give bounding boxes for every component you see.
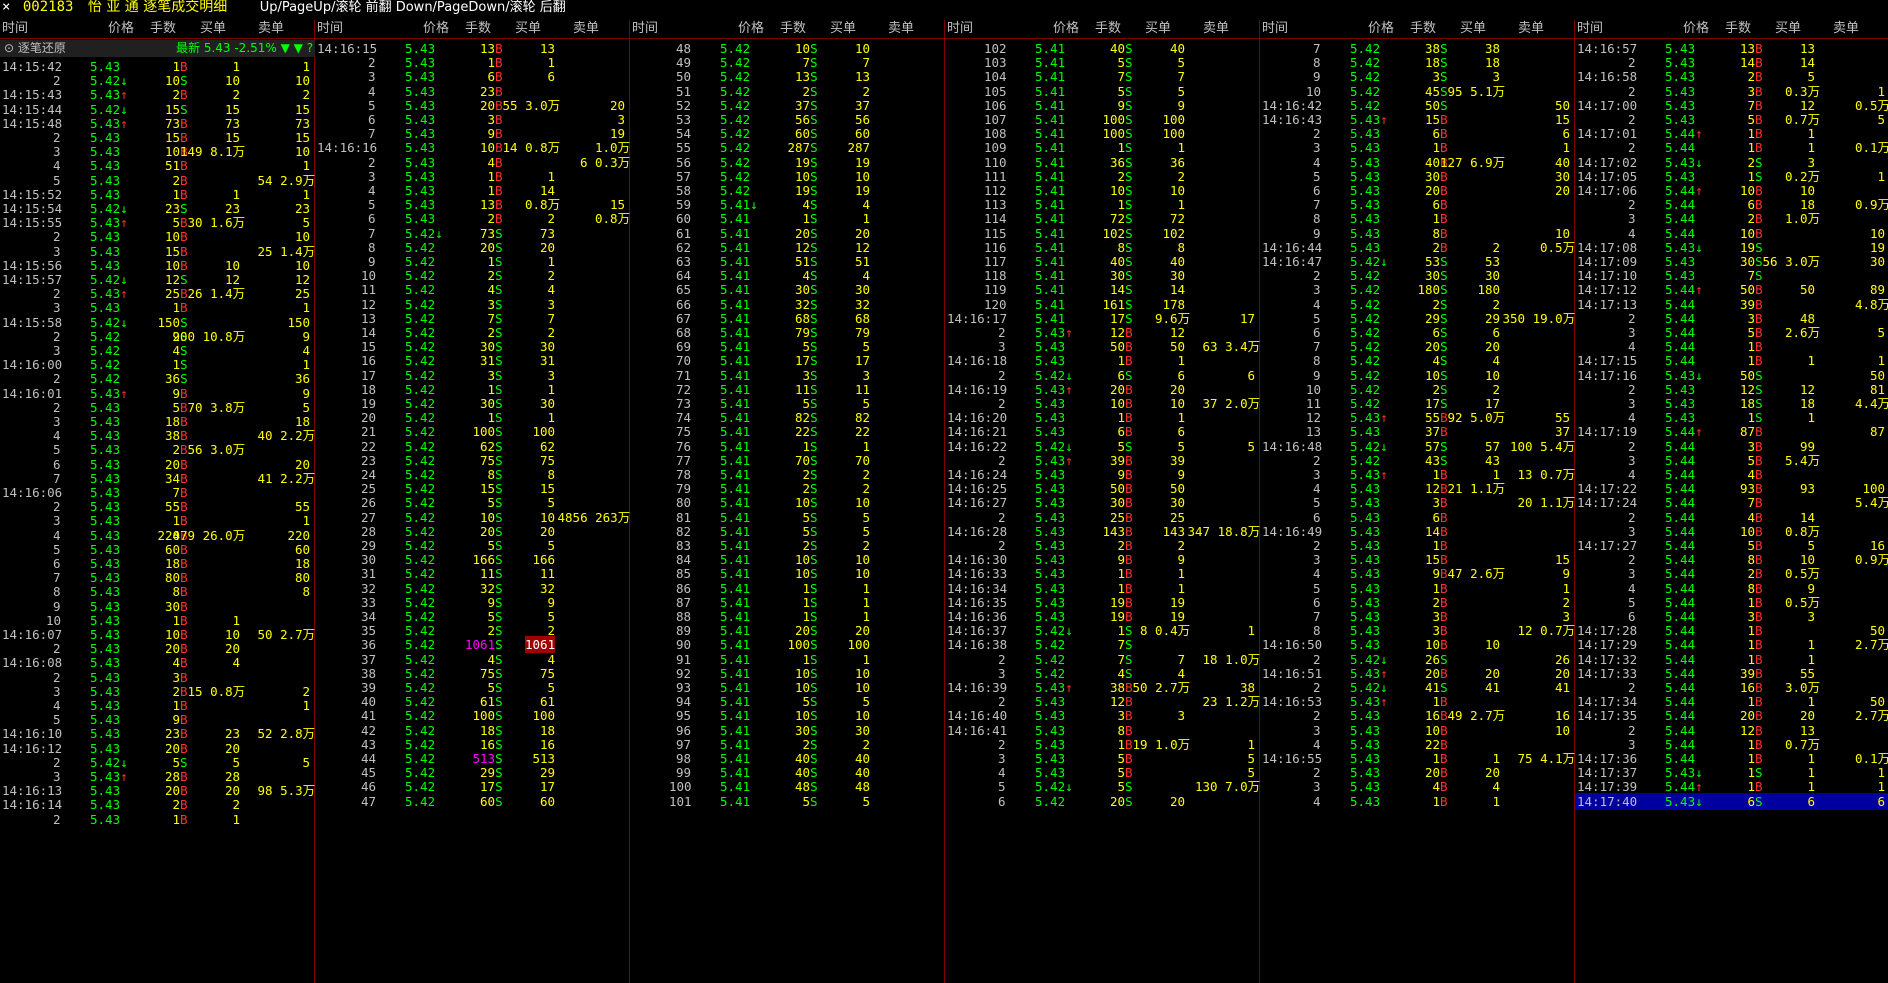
column-label: 手数 (1725, 21, 1752, 36)
buy-order: 60 (540, 793, 556, 809)
trade-time: 2 (53, 811, 61, 827)
paging-hint: Up/PageUp/滚轮 前翻 Down/PageDown/滚轮 后翻 (259, 0, 566, 15)
buy-order: 20 (1170, 793, 1186, 809)
column-label: 价格 (423, 21, 450, 36)
trade-volume: 6S (1747, 793, 1763, 809)
trade-time: 6 (998, 793, 1006, 809)
trade-panel: 时间 价格 手数 买单 卖单 102 5.41 40S 40 103 5.41 5S 5 104 5.41 7… (945, 20, 1260, 983)
trade-time: 14:17:40 (1577, 793, 1638, 809)
trade-row[interactable]: 4 5.43 1B 1 (1260, 793, 1573, 810)
column-label: 手数 (1410, 21, 1437, 36)
trade-price: 5.43 (1350, 793, 1381, 809)
column-label: 卖单 (258, 21, 285, 36)
column-label: 时间 (1262, 21, 1289, 36)
column-label: 时间 (1577, 21, 1604, 36)
column-label: 价格 (108, 21, 135, 36)
column-label: 卖单 (573, 21, 600, 36)
column-label: 价格 (1053, 21, 1080, 36)
mode-toolbar: ⊙ 逐笔还原 最新 5.43 -2.51% ▼ ▼ ? (0, 40, 315, 57)
column-label: 卖单 (888, 21, 915, 36)
column-label: 卖单 (1203, 21, 1230, 36)
column-label: 买单 (515, 21, 542, 36)
trade-price: 5.43 (90, 811, 121, 827)
buy-order: 1 (1492, 793, 1501, 809)
trade-panel: 时间 价格 手数 买单 卖单 48 5.42 10S 10 49 5.42 7S 7 50 5.42 13S 1… (630, 20, 945, 983)
close-icon[interactable]: × (2, 0, 10, 15)
trade-panel: 时间 价格 手数 买单 卖单 14:16:15 5.43 13B 13 2 5.43 1B 1 3 5.43… (315, 20, 630, 983)
column-label: 买单 (1775, 21, 1802, 36)
latest-price-label: 最新 5.43 -2.51% ▼ ▼ ? (176, 41, 314, 55)
column-label: 买单 (1460, 21, 1487, 36)
column-header: 时间 价格 手数 买单 卖单 (945, 20, 1260, 39)
column-label: 手数 (780, 21, 807, 36)
column-header: 时间 价格 手数 买单 卖单 (1260, 20, 1575, 39)
trade-row[interactable]: 14:17:40 5.43↓ 6S 6 6 (1575, 792, 1888, 810)
sell-order: 6 (1877, 793, 1886, 809)
trade-time: 4 (1313, 793, 1321, 809)
window-titlebar: × 002183 怡 亚 通 逐笔成交明细 Up/PageUp/滚轮 前翻 Do… (0, 0, 1888, 15)
trade-price: 5.42 (1035, 793, 1066, 809)
trade-volume: 1B (172, 811, 188, 827)
trade-panel: 时间 价格 手数 买单 卖单 14:16:57 5.43 13B 13 2 5.43 14B 14 14:… (1575, 20, 1888, 983)
column-label: 手数 (1095, 21, 1122, 36)
column-label: 卖单 (1833, 21, 1860, 36)
trade-price: 5.42 (405, 793, 436, 809)
trade-volume: 60S (480, 793, 503, 809)
trade-volume: 5S (802, 793, 818, 809)
trade-row[interactable]: 47 5.42 60S 60 (315, 793, 628, 810)
column-label: 手数 (150, 21, 177, 36)
column-header: 时间 价格 手数 买单 卖单 (315, 20, 630, 39)
buy-order: 5 (862, 793, 871, 809)
column-label: 价格 (1683, 21, 1710, 36)
column-header: 时间 价格 手数 买单 卖单 (0, 20, 315, 39)
trade-panel: 时间 价格 手数 买单 卖单 7 5.42 38S 38 8 5.42 18S 18 9 5.42 3S 3 10… (1260, 20, 1575, 983)
trade-panel: 时间 价格 手数 买单 卖单 ⊙ 逐笔还原 最新 5.43 -2.51% ▼ ▼ ? 14:1… (0, 20, 315, 983)
trade-detail-panels: 时间 价格 手数 买单 卖单 ⊙ 逐笔还原 最新 5.43 -2.51% ▼ ▼ ? 14:1… (0, 20, 1888, 983)
column-label: 卖单 (1518, 21, 1545, 36)
column-header: 时间 价格 手数 买单 卖单 (630, 20, 945, 39)
mode-button[interactable]: ⊙ 逐笔还原 (4, 41, 66, 55)
trade-price: 5.43↓ (1665, 793, 1703, 809)
column-label: 时间 (2, 21, 29, 36)
down-arrow-icon: ↓ (1695, 793, 1703, 809)
trade-time: 47 (361, 793, 377, 809)
stock-code: 002183 (22, 0, 74, 15)
trade-volume: 20S (1110, 793, 1133, 809)
window-title: 怡 亚 通 逐笔成交明细 (87, 0, 228, 15)
column-label: 买单 (200, 21, 227, 36)
column-label: 时间 (947, 21, 974, 36)
trade-time: 101 (669, 793, 692, 809)
buy-order: 1 (232, 811, 241, 827)
column-label: 时间 (317, 21, 344, 36)
trade-row[interactable]: 6 5.42 20S 20 (945, 793, 1258, 810)
column-label: 价格 (1368, 21, 1395, 36)
column-header: 时间 价格 手数 买单 卖单 (1575, 20, 1888, 39)
column-label: 买单 (830, 21, 857, 36)
column-label: 价格 (738, 21, 765, 36)
trade-price: 5.41 (720, 793, 751, 809)
trade-row[interactable]: 101 5.41 5S 5 (630, 793, 943, 810)
trade-volume: 1B (1432, 793, 1448, 809)
column-label: 时间 (632, 21, 659, 36)
trade-row[interactable]: 2 5.43 1B 1 (0, 811, 313, 828)
buy-order: 6 (1807, 793, 1816, 809)
column-label: 手数 (465, 21, 492, 36)
column-label: 买单 (1145, 21, 1172, 36)
